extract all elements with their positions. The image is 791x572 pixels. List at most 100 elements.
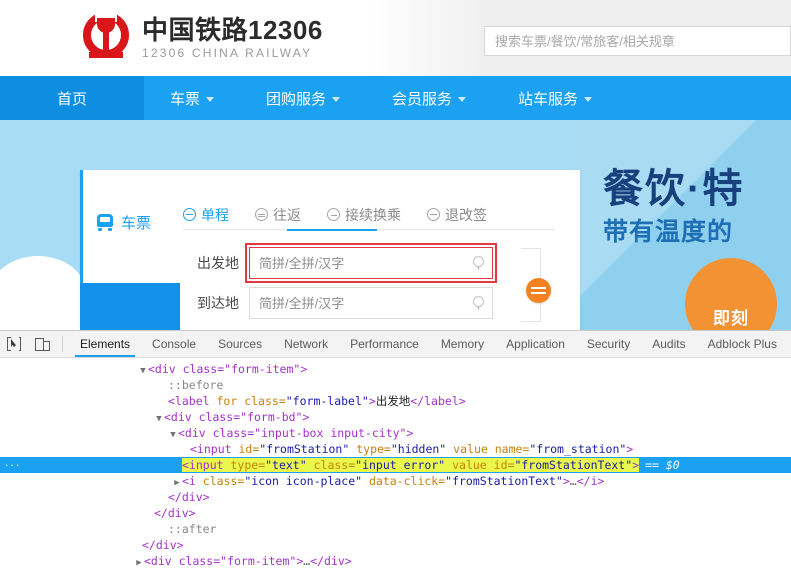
nav-item-group-service[interactable]: 团购服务 — [240, 76, 366, 120]
dom-tag: </label> — [410, 394, 466, 408]
tab-elements[interactable]: Elements — [69, 331, 141, 357]
trip-type-tabs: 单程 往返 接续换乘 退改签 — [183, 200, 555, 230]
tab-label: Application — [506, 337, 565, 351]
nav-item-member-service[interactable]: 会员服务 — [366, 76, 492, 120]
nav-item-label: 会员服务 — [392, 90, 453, 108]
dom-value: "from_station" — [529, 442, 627, 456]
dom-pseudo: ::after — [168, 522, 217, 536]
dom-node-before-pseudo[interactable]: ::before — [0, 377, 791, 393]
dom-node-form-item[interactable]: ▼ <div class="form-item"> — [0, 361, 791, 377]
tab-sources[interactable]: Sources — [207, 331, 273, 357]
departure-input-box[interactable] — [245, 243, 497, 283]
active-tab-underline — [287, 229, 377, 231]
round-trip-icon — [255, 208, 268, 221]
tab-label: 退改签 — [445, 206, 487, 223]
dom-tag: <div class="input-box input-city"> — [178, 426, 414, 440]
dom-tree[interactable]: ▼ <div class="form-item"> ::before <label… — [0, 358, 791, 572]
tab-round-trip[interactable]: 往返 — [255, 200, 301, 230]
dom-node-label[interactable]: <label for class="form-label">出发地</label… — [0, 393, 791, 409]
railway-emblem-icon — [80, 10, 132, 64]
dom-node-close-div-item[interactable]: </div> — [0, 537, 791, 553]
tab-console[interactable]: Console — [141, 331, 207, 357]
dom-pseudo: ::before — [168, 378, 224, 392]
global-search-box[interactable] — [484, 26, 791, 56]
form-item-departure: 出发地 — [183, 243, 497, 283]
sidebar-blue-block — [80, 283, 180, 330]
logo-title-en: 12306 CHINA RAILWAY — [142, 46, 313, 60]
dom-node-selected-input-text[interactable]: ... <input type="text" class="input erro… — [0, 457, 791, 473]
dom-attr: class= — [244, 394, 286, 408]
twisty-icon[interactable]: ▶ — [134, 555, 144, 571]
arrival-input-box[interactable] — [249, 287, 493, 319]
main-navigation: 首页 车票 团购服务 会员服务 站车服务 — [0, 76, 791, 120]
dom-node-form-item-collapsed[interactable]: ▶ <div class="form-item">…</div> — [0, 553, 791, 569]
sidebar-item-tickets[interactable]: 车票 — [95, 212, 151, 233]
dom-value: "form-label" — [285, 394, 369, 408]
tab-label: Console — [152, 337, 197, 351]
tab-label: Security — [586, 337, 631, 351]
dom-attr: id= — [493, 458, 515, 472]
dom-node-close-div-bd[interactable]: </div> — [0, 505, 791, 521]
tab-audits[interactable]: Audits — [641, 331, 696, 357]
one-way-arrow-icon — [183, 208, 196, 221]
tab-security[interactable]: Security — [576, 331, 641, 357]
devtools-toolbar: Elements Console Sources Network Perform… — [0, 331, 791, 358]
banner-cta-badge[interactable]: 即刻 — [685, 258, 777, 330]
dom-tag: <label — [168, 394, 210, 408]
chevron-down-icon — [584, 96, 593, 102]
dom-tag: <input — [182, 458, 224, 472]
dom-attr: type= — [230, 458, 266, 472]
dom-attr: value — [453, 442, 488, 456]
dom-tag: <div class="form-item"> — [148, 362, 308, 376]
dom-value: "icon icon-place" — [244, 474, 363, 488]
banner-title: 餐饮·特 — [603, 167, 745, 211]
tab-label: Network — [284, 337, 329, 351]
panel-sidebar: 车票 — [80, 170, 183, 330]
dom-tag: <input — [190, 442, 232, 456]
tab-label: 接续换乘 — [345, 206, 401, 223]
tab-adblock-plus[interactable]: Adblock Plus — [697, 331, 788, 357]
site-logo[interactable]: 中国铁路12306 12306 CHINA RAILWAY — [80, 10, 323, 64]
dom-node-input-box[interactable]: ▼ <div class="input-box input-city"> — [0, 425, 791, 441]
tab-network[interactable]: Network — [273, 331, 339, 357]
arrival-input[interactable] — [250, 288, 492, 318]
dom-node-close-div-inner[interactable]: </div> — [0, 489, 791, 505]
nav-item-tickets[interactable]: 车票 — [144, 76, 240, 120]
site-header: 中国铁路12306 12306 CHINA RAILWAY — [0, 0, 791, 76]
dom-node-form-bd[interactable]: ▼ <div class="form-bd"> — [0, 409, 791, 425]
tab-transfer[interactable]: 接续换乘 — [327, 200, 401, 230]
ticket-search-panel: 车票 单程 往返 接续换乘 退改签 出发地 简拼/全拼/汉字 到达地 简拼/全拼… — [80, 170, 580, 330]
dom-node-after-pseudo[interactable]: ::after — [0, 521, 791, 537]
dom-node-input-hidden[interactable]: <input id="fromStation" type="hidden" va… — [0, 441, 791, 457]
departure-input[interactable] — [250, 248, 492, 278]
tab-application[interactable]: Application — [495, 331, 576, 357]
dom-punc: > — [562, 474, 570, 488]
device-toolbar-icon — [34, 337, 50, 351]
swap-stations-button[interactable] — [526, 278, 551, 303]
tab-label: 往返 — [273, 206, 301, 223]
promo-banner[interactable]: 餐饮·特 带有温度的 即刻 — [575, 120, 791, 330]
location-pin-icon[interactable] — [473, 296, 484, 311]
dom-tag: </i> — [576, 474, 605, 488]
device-toolbar-button[interactable] — [28, 331, 56, 357]
inspect-element-button[interactable] — [0, 331, 28, 357]
inspect-element-icon — [7, 336, 21, 352]
nav-item-home[interactable]: 首页 — [0, 76, 144, 120]
dom-value: "fromStationText" — [445, 474, 563, 488]
dom-punc: > — [368, 394, 376, 408]
devtools-panel: Elements Console Sources Network Perform… — [0, 330, 791, 571]
dom-node-icon-place[interactable]: ▶ <i class="icon icon-place" data-click="… — [0, 473, 791, 489]
nav-item-station-service[interactable]: 站车服务 — [492, 76, 618, 120]
panel-form-column: 单程 往返 接续换乘 退改签 出发地 简拼/全拼/汉字 到达地 简拼/全拼/汉字 — [183, 170, 583, 330]
tab-memory[interactable]: Memory — [430, 331, 495, 357]
dom-punc: > — [626, 442, 634, 456]
tab-performance[interactable]: Performance — [339, 331, 430, 357]
search-input[interactable] — [485, 27, 790, 55]
dom-value: "input error" — [355, 458, 446, 472]
tab-one-way[interactable]: 单程 — [183, 200, 229, 230]
tab-refund-change[interactable]: 退改签 — [427, 200, 487, 230]
sidebar-item-label: 车票 — [121, 215, 152, 232]
dom-value: "text" — [265, 458, 307, 472]
location-pin-icon[interactable] — [473, 256, 484, 271]
dom-node-badge[interactable]: ... — [4, 460, 20, 470]
